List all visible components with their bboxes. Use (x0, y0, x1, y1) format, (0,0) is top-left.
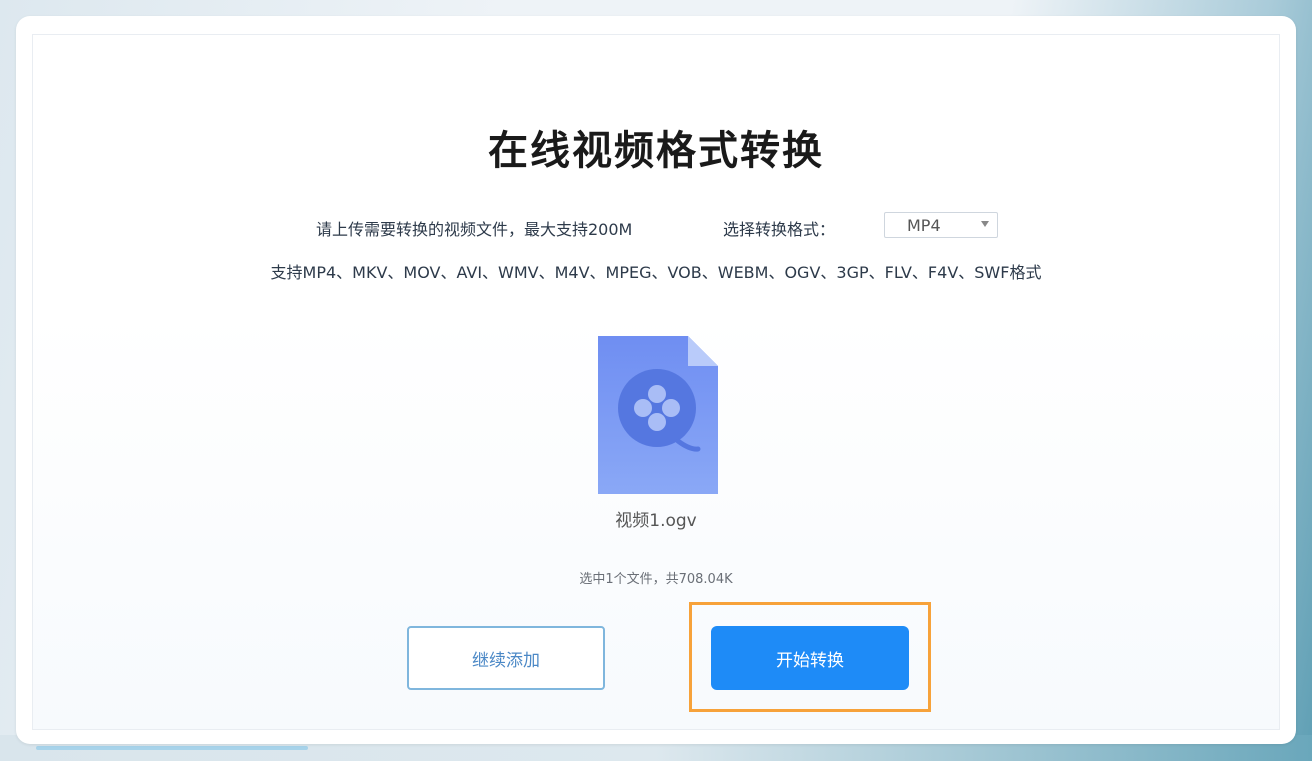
selection-info: 选中1个文件，共708.04K (579, 572, 733, 587)
format-label: 选择转换格式： (723, 220, 836, 239)
format-select-value: MP4 (907, 216, 941, 235)
upload-hint: 请上传需要转换的视频文件，最大支持200M (316, 220, 633, 239)
video-file-icon[interactable] (598, 336, 718, 494)
upload-options-row: 请上传需要转换的视频文件，最大支持200M 选择转换格式： MP4 (16, 212, 1296, 242)
format-select[interactable]: MP4 (884, 212, 998, 238)
page-title: 在线视频格式转换 (488, 128, 824, 174)
converter-card: 在线视频格式转换 请上传需要转换的视频文件，最大支持200M 选择转换格式： M… (16, 16, 1296, 744)
background-accent-line (36, 746, 308, 750)
supported-formats-text: 支持MP4、MKV、MOV、AVI、WMV、M4V、MPEG、VOB、WEBM、… (270, 263, 1042, 282)
chevron-down-icon (981, 221, 989, 227)
file-name: 视频1.ogv (615, 511, 697, 531)
start-conversion-button[interactable]: 开始转换 (711, 626, 909, 690)
add-more-button[interactable]: 继续添加 (407, 626, 605, 690)
